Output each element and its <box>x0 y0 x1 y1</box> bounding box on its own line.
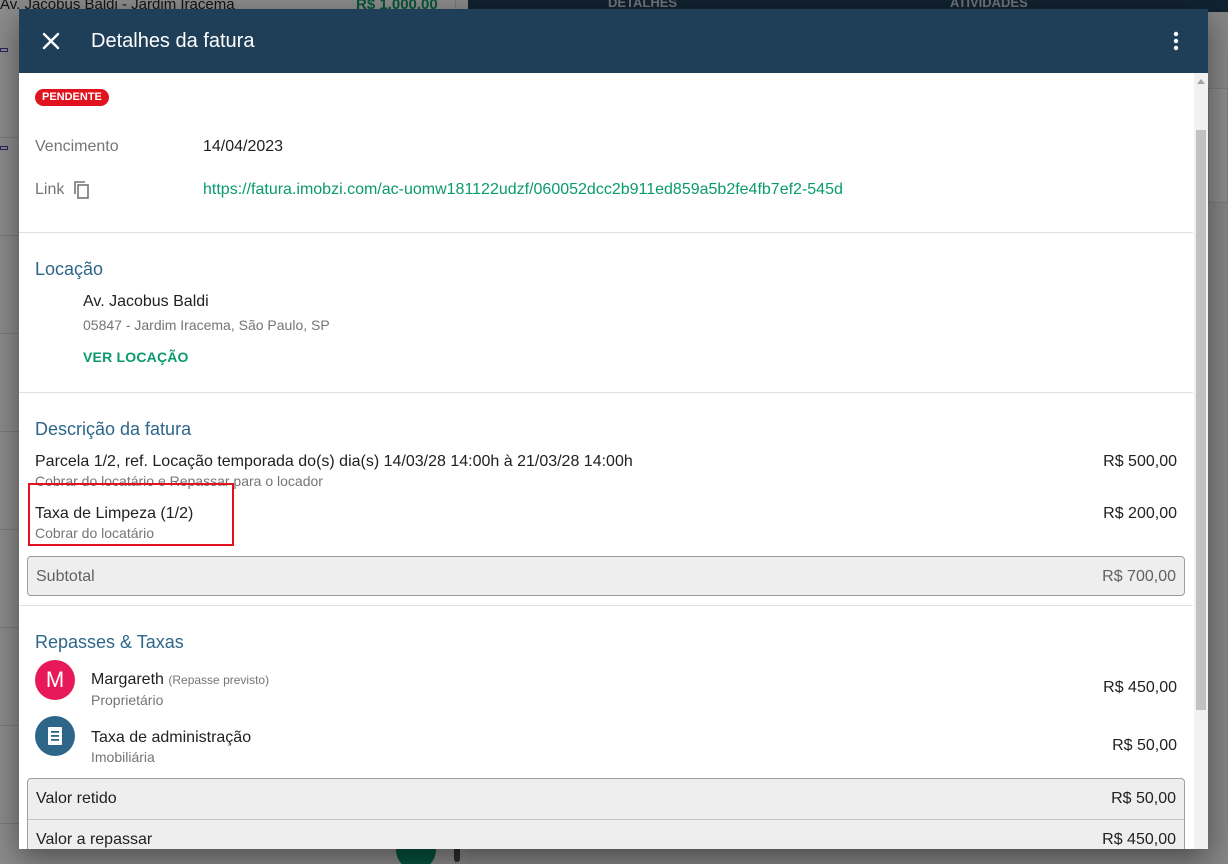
link-label: Link <box>35 181 65 198</box>
receipt-icon <box>48 727 62 745</box>
retained-value: R$ 50,00 <box>1111 790 1176 807</box>
status-badge: PENDENTE <box>35 89 109 106</box>
invoice-item-title: Parcela 1/2, ref. Locação temporada do(s… <box>35 453 633 470</box>
avatar: M <box>35 660 75 700</box>
payout-label: Valor a repassar <box>36 831 153 848</box>
more-vert-icon <box>1173 31 1179 51</box>
dialog-scrollbar[interactable] <box>1194 73 1208 849</box>
transfer-amount: R$ 450,00 <box>1103 679 1177 696</box>
invoice-details-dialog: Detalhes da fatura PENDENTE Vencimento 1… <box>19 9 1208 849</box>
transfer-recipient-role: Proprietário <box>91 692 164 708</box>
totals-box: Valor retido R$ 50,00 Valor a repassar R… <box>27 778 1185 849</box>
subtotal-value: R$ 700,00 <box>1102 568 1176 585</box>
due-date-label: Vencimento <box>35 138 119 155</box>
copy-link-button[interactable] <box>73 180 91 200</box>
subtotal-row: Subtotal R$ 700,00 <box>27 556 1185 596</box>
location-address: Av. Jacobus Baldi <box>83 293 209 310</box>
invoice-link[interactable]: https://fatura.imobzi.com/ac-uomw181122u… <box>203 181 843 199</box>
view-location-button[interactable]: VER LOCAÇÃO <box>83 349 189 365</box>
payout-value: R$ 450,00 <box>1102 831 1176 848</box>
invoice-item-amount: R$ 500,00 <box>1103 453 1177 470</box>
dialog-header: Detalhes da fatura <box>19 9 1208 73</box>
transfer-note: (Repasse previsto) <box>168 673 270 687</box>
transfers-section-title: Repasses & Taxas <box>35 632 184 652</box>
scroll-up-arrow-icon[interactable] <box>1197 79 1205 84</box>
invoice-item-title: Taxa de Limpeza (1/2) <box>35 505 194 522</box>
retained-row: Valor retido R$ 50,00 <box>28 779 1184 819</box>
invoice-item-subtitle: Cobrar do locatário <box>35 525 155 541</box>
transfer-recipient-name: Margareth (Repasse previsto) <box>91 671 269 689</box>
payout-row: Valor a repassar R$ 450,00 <box>28 819 1184 849</box>
subtotal-label: Subtotal <box>36 568 95 585</box>
dialog-title: Detalhes da fatura <box>91 30 255 52</box>
transfer-amount: R$ 50,00 <box>1112 737 1177 754</box>
close-button[interactable] <box>37 27 65 55</box>
scrollbar-thumb[interactable] <box>1196 130 1206 710</box>
transfer-recipient-name: Taxa de administração <box>91 729 252 746</box>
recipient-name-text: Margareth <box>91 671 164 688</box>
transfer-recipient-role: Imobiliária <box>91 749 155 765</box>
admin-fee-avatar <box>35 716 75 756</box>
dialog-body: PENDENTE Vencimento 14/04/2023 Link http… <box>19 73 1193 849</box>
divider <box>19 605 1193 606</box>
due-date-value: 14/04/2023 <box>203 138 284 155</box>
description-section-title: Descrição da fatura <box>35 419 192 439</box>
location-address-detail: 05847 - Jardim Iracema, São Paulo, SP <box>83 317 330 333</box>
divider <box>19 232 1193 233</box>
copy-icon <box>74 181 89 199</box>
divider <box>19 392 1193 393</box>
close-icon <box>42 32 60 50</box>
retained-label: Valor retido <box>36 790 117 807</box>
more-options-button[interactable] <box>1164 27 1188 55</box>
location-section-title: Locação <box>35 259 104 279</box>
invoice-item-amount: R$ 200,00 <box>1103 505 1177 522</box>
